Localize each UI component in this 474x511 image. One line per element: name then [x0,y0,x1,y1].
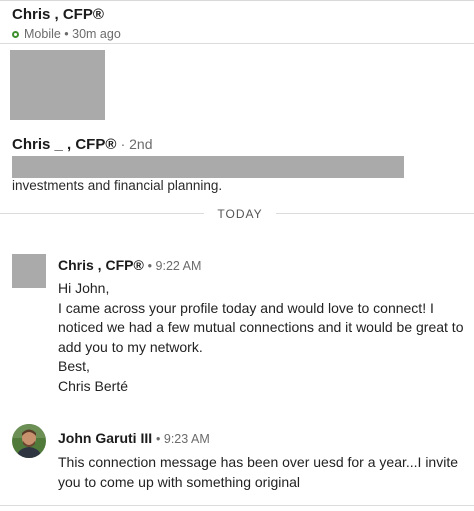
message-line: add you to my network. [58,338,203,355]
message-line: Hi John, [58,280,110,296]
message-body: This connection message has been over ue… [58,453,474,492]
bottom-border [0,505,474,506]
message-line: I came across your profile today and wou… [58,299,434,316]
date-divider-label: TODAY [217,207,263,221]
headline-redaction-bar [12,156,404,178]
date-divider-line-left [0,213,204,214]
person-photo-icon [12,424,46,458]
online-status-icon [12,31,19,38]
profile-card-name[interactable]: Chris _ , CFP® · 2nd [12,135,153,154]
message-line: Best, [58,358,90,374]
message-line: This connection message has been over ue… [58,454,459,470]
date-divider-line-right [276,213,474,214]
header-divider [0,43,474,44]
header-status: Mobile • 30m ago [12,27,467,42]
conversation-header: Chris , CFP® Mobile • 30m ago [12,6,467,42]
message-body: Hi John, I came across your profile toda… [58,279,474,396]
profile-headline: investments and financial planning. [12,178,223,193]
message-time: • 9:23 AM [156,432,210,446]
sender-avatar-photo[interactable] [12,424,46,458]
message-line: you to come up with something original [58,473,301,490]
header-contact-name[interactable]: Chris , CFP® [12,6,467,24]
message-header: Chris , CFP® • 9:22 AM [58,257,201,275]
profile-name-text[interactable]: Chris _ , CFP® [12,136,116,153]
message-sender[interactable]: John Garuti III [58,430,152,446]
profile-photo-redacted[interactable] [10,50,105,120]
message-line: Chris Berté [58,377,129,394]
header-status-text: Mobile • 30m ago [24,27,121,41]
message-line: noticed we had a few mutual connections … [58,319,464,335]
connection-degree: · 2nd [120,136,153,152]
top-border [0,0,474,1]
sender-avatar-redacted[interactable] [12,254,46,288]
message-time: • 9:22 AM [147,259,202,273]
date-divider: TODAY [0,206,474,222]
message-header: John Garuti III • 9:23 AM [58,430,210,448]
message-sender[interactable]: Chris , CFP® [58,257,144,273]
